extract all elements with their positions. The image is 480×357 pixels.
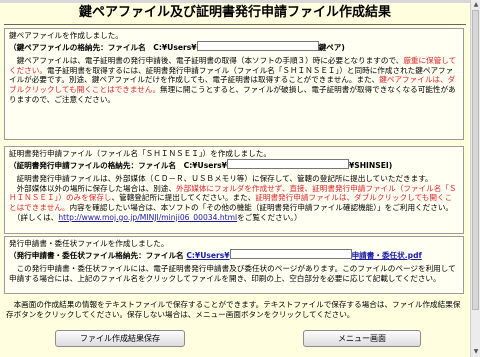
application-form-path: （発行申請書・委任状ファイル格納先：ファイル名 C:¥Users¥ 申請書・委任状… (9, 248, 459, 261)
shinsei-text-a: 外部媒体以外の場所に保存した場合は、別途、 (9, 183, 177, 193)
keypair-section: 鍵ペアファイルを作成しました。 （鍵ペアファイルの格納先：ファイル名 C:¥Us… (4, 28, 464, 140)
masked-username (229, 248, 352, 259)
moj-note-suffix: をご覧ください。） (237, 212, 302, 222)
title-divider (4, 24, 466, 25)
scroll-down-icon[interactable]: ▼ (472, 348, 480, 356)
application-form-path-value[interactable]: C:¥Users¥ (186, 251, 229, 260)
save-note: 本画面の作成結果の情報をテキストファイルで保存することができます。テキストファイ… (6, 300, 461, 319)
application-form-file-link[interactable]: C:¥Users¥ 申請書・委任状.pdf (186, 248, 422, 260)
shinsei-description: 外部媒体以外の場所に保存した場合は、別途、外部媒体にフォルダを作成せず、直接、証… (9, 184, 459, 213)
application-form-path-label: （発行申請書・委任状ファイル格納先：ファイル名 (9, 250, 184, 260)
keypair-path-suffix: 鍵ペア) (318, 42, 345, 52)
shinsei-text-c: 内容を確認したい場合は、本ソフトの「その他の機能（証明書発行申請ファイル確認機能… (69, 202, 454, 212)
keypair-description: 鍵ペアファイルは、電子証明書の発行申請後、電子証明書の取得（本ソフトの手順３）時… (9, 56, 459, 104)
keypair-path: （鍵ペアファイルの格納先：ファイル名 C:¥Users¥ 鍵ペア) (9, 40, 459, 53)
shinsei-media-text: 証明書発行申請ファイルは、外部媒体（ＣＤ－Ｒ、ＵＳＢメモリ等）に保存して、管轄の… (9, 174, 433, 184)
shinsei-text-b: 、管轄登記所に提出してください。また、 (111, 193, 256, 203)
scroll-up-icon[interactable]: ▲ (472, 1, 480, 9)
shinsei-path: （証明書発行申請ファイルの格納先：ファイル名 C:¥Users¥ ¥SHINSEI… (9, 158, 459, 171)
save-result-button[interactable]: ファイル作成結果保存 (55, 330, 185, 347)
scroll-thumb[interactable] (472, 10, 479, 310)
moj-note-prefix: （詳しくは、 (9, 212, 59, 222)
masked-username (226, 158, 349, 169)
shinsei-path-label: （証明書発行申請ファイルの格納先：ファイル名 C:¥Users¥ (9, 160, 227, 170)
shinsei-moj-note: （詳しくは、http://www.moj.go.jp/MINJI/minji06… (9, 213, 459, 223)
top-strip (0, 0, 470, 3)
keypair-heading: 鍵ペアファイルを作成しました。 (9, 31, 123, 40)
page-title: 鍵ペアファイル及び証明書発行申請ファイル作成結果 (78, 5, 391, 20)
shinsei-heading: 証明書発行申請ファイル（ファイル名「ＳＨＩＮＳＥＩ」）を作成しました。 (9, 149, 271, 158)
application-form-description: この発行申請書・委任状ファイルには、電子証明書発行申請書及び委任状のページがあり… (9, 264, 456, 283)
application-form-heading: 発行申請書・委任状ファイルを作成しました。 (9, 239, 169, 248)
keypair-path-label: （鍵ペアファイルの格納先：ファイル名 C:¥Users¥ (9, 42, 197, 52)
application-form-path-suffix[interactable]: 申請書・委任状.pdf (352, 251, 422, 260)
masked-username (196, 40, 319, 51)
menu-button[interactable]: メニュー画面 (303, 330, 421, 347)
keypair-text-a: 鍵ペアファイルは、電子証明書の発行申請後、電子証明書の取得（本ソフトの手順３）時… (9, 56, 404, 66)
moj-link[interactable]: http://www.moj.go.jp/MINJI/minji06_00034… (58, 213, 237, 222)
result-page: 鍵ペアファイル及び証明書発行申請ファイル作成結果 鍵ペアファイルを作成しました。… (0, 0, 470, 357)
vertical-scrollbar[interactable]: ▲ ▼ (470, 0, 480, 357)
application-form-section: 発行申請書・委任状ファイルを作成しました。 （発行申請書・委任状ファイル格納先：… (4, 236, 464, 294)
shinsei-section: 証明書発行申請ファイル（ファイル名「ＳＨＩＮＳＥＩ」）を作成しました。 （証明書… (4, 146, 464, 234)
shinsei-path-suffix: ¥SHINSEI) (348, 160, 393, 170)
